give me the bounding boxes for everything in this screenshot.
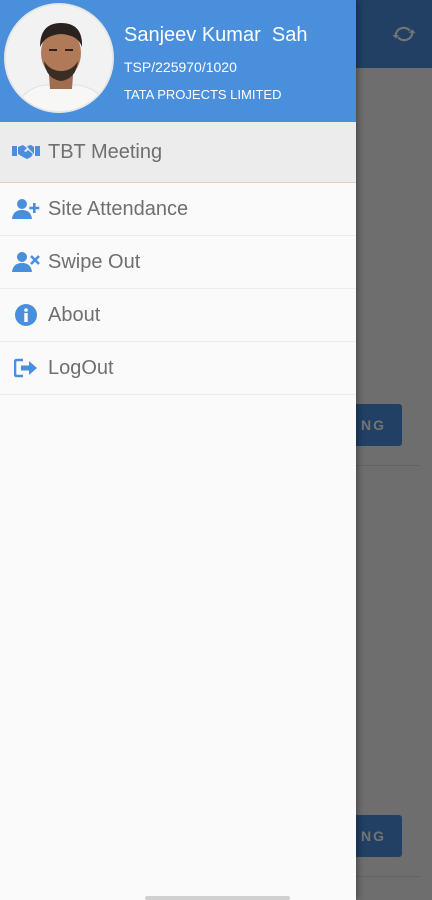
add-user-icon [12, 197, 40, 221]
user-photo [6, 5, 112, 111]
user-company: TATA PROJECTS LIMITED [124, 87, 282, 102]
menu-item-site-attendance[interactable]: Site Attendance [0, 183, 356, 236]
logout-icon [12, 356, 40, 380]
menu-item-tbt-meeting[interactable]: TBT Meeting [0, 122, 356, 183]
menu-item-label: Site Attendance [48, 197, 189, 220]
menu-item-label: Swipe Out [48, 250, 141, 273]
gesture-handle [145, 896, 290, 900]
menu-item-label: LogOut [48, 356, 114, 379]
user-name: Sanjeev Kumar Sah [124, 24, 308, 46]
drawer-header: Sanjeev Kumar Sah TSP/225970/1020 TATA P… [0, 0, 356, 122]
menu-item-about[interactable]: About [0, 289, 356, 342]
navigation-drawer: Sanjeev Kumar Sah TSP/225970/1020 TATA P… [0, 0, 356, 900]
avatar [4, 3, 114, 113]
drawer-menu: TBT Meeting Site Attendance Swipe Out Ab… [0, 122, 356, 395]
remove-user-icon [12, 250, 40, 274]
handshake-icon [12, 140, 40, 164]
menu-item-label: TBT Meeting [48, 140, 163, 163]
menu-item-swipe-out[interactable]: Swipe Out [0, 236, 356, 289]
user-id: TSP/225970/1020 [124, 59, 237, 75]
menu-item-label: About [48, 303, 101, 326]
info-icon [12, 303, 40, 327]
menu-item-logout[interactable]: LogOut [0, 342, 356, 395]
